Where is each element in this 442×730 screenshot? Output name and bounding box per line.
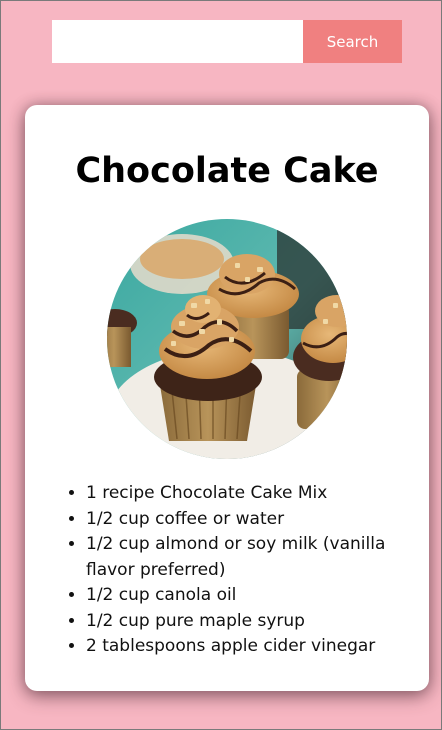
recipe-image xyxy=(107,219,347,459)
search-button[interactable]: Search xyxy=(303,20,402,63)
ingredients-list: 1 recipe Chocolate Cake Mix 1/2 cup coff… xyxy=(86,481,416,660)
search-bar: Search xyxy=(52,20,402,63)
recipe-title: Chocolate Cake xyxy=(75,151,379,191)
ingredient-item: 1/2 cup canola oil xyxy=(86,583,416,609)
ingredient-item: 2 tablespoons apple cider vinegar xyxy=(86,634,416,660)
ingredient-item: 1/2 cup pure maple syrup xyxy=(86,609,416,635)
ingredient-item: 1/2 cup almond or soy milk (vanilla flav… xyxy=(86,532,416,583)
search-input[interactable] xyxy=(52,20,303,63)
ingredient-item: 1/2 cup coffee or water xyxy=(86,507,416,533)
cupcake-photo-icon xyxy=(107,219,347,459)
recipe-card: Chocolate Cake • 1 recipe Chocolate Cake… xyxy=(25,105,429,691)
ingredient-item: 1 recipe Chocolate Cake Mix xyxy=(86,481,416,507)
